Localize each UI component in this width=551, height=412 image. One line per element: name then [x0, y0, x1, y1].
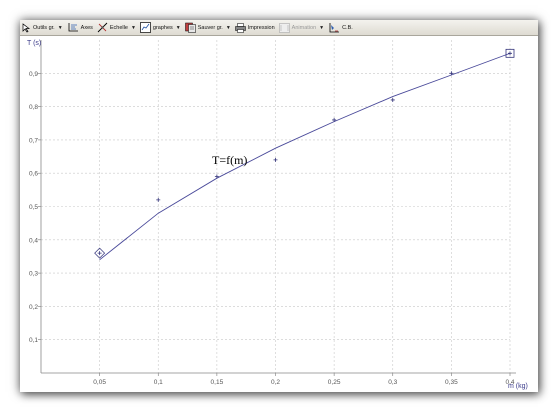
cb-button[interactable]: C.B. — [328, 22, 353, 33]
sauver-label: Sauver gr. — [197, 24, 223, 31]
impression-label: Impression — [247, 24, 275, 31]
x-tick-label: 0,1 — [154, 379, 163, 386]
curve-line — [99, 52, 511, 261]
chevron-down-icon[interactable]: ▼ — [58, 25, 63, 31]
y-axis-title: T (s) — [27, 40, 41, 47]
graphes-label: graphes — [152, 24, 173, 31]
y-tick-label: 0,7 — [29, 137, 38, 144]
chevron-down-icon[interactable]: ▼ — [131, 25, 136, 31]
animation-icon — [278, 22, 290, 33]
scale-icon — [97, 22, 108, 33]
animation-button[interactable]: Animation ▼ — [278, 22, 324, 33]
y-tick-label: 0,6 — [29, 171, 38, 178]
y-tick-label: 0,5 — [29, 204, 38, 211]
graph-icon — [140, 22, 151, 33]
data-point — [508, 51, 512, 56]
data-point — [273, 157, 278, 162]
y-tick-label: 0,4 — [29, 237, 38, 244]
x-tick-label: 0,15 — [211, 379, 224, 386]
graph-window: Outils gr. ▼ Axes Echelle ▼ graphes ▼ Sa… — [20, 20, 538, 392]
animation-label: Animation — [291, 24, 317, 31]
outils-button[interactable]: Outils gr. ▼ — [22, 22, 63, 33]
outils-label: Outils gr. — [33, 24, 55, 31]
clipboard-icon — [329, 23, 340, 33]
x-axis-title: m (kg) — [508, 383, 528, 390]
data-point — [97, 251, 102, 256]
y-tick-label: 0,3 — [29, 271, 38, 278]
data-point — [156, 197, 161, 202]
x-tick-label: 0,35 — [445, 379, 458, 386]
axes — [38, 40, 516, 376]
data-point — [390, 97, 395, 102]
sauver-button[interactable]: Sauver gr. ▼ — [184, 22, 231, 33]
x-tick-label: 0,25 — [328, 379, 341, 386]
chart[interactable]: 0,05 0,1 0,15 0,2 0,25 0,3 0,35 0,40,10,20,30,4… — [20, 36, 538, 392]
plot-area: 0,05 0,1 0,15 0,2 0,25 0,3 0,35 0,4 0,1 0,2 0,3 0,4… — [20, 36, 538, 392]
echelle-label: Echelle — [109, 24, 128, 31]
echelle-button[interactable]: Echelle ▼ — [97, 22, 136, 33]
y-tick-label: 0,8 — [29, 104, 38, 111]
axes-label: Axes — [80, 24, 93, 31]
chevron-down-icon[interactable]: ▼ — [226, 25, 231, 31]
chevron-down-icon[interactable]: ▼ — [176, 25, 181, 31]
x-tick-label: 0,05 — [93, 379, 106, 386]
curve-annotation: T=f(m) — [212, 153, 247, 167]
save-icon — [184, 22, 196, 33]
y-tick-label: 0,2 — [29, 304, 38, 311]
x-tick-label: 0,3 — [388, 379, 397, 386]
tick-labels: 0,05 0,1 0,15 0,2 0,25 0,3 0,35 0,40,10,20,30,4… — [29, 71, 515, 386]
chevron-down-icon[interactable]: ▼ — [319, 25, 324, 31]
axes-icon — [68, 23, 78, 32]
toolbar: Outils gr. ▼ Axes Echelle ▼ graphes ▼ Sa… — [20, 20, 538, 36]
print-icon — [235, 22, 246, 33]
x-tick-label: 0,2 — [271, 379, 280, 386]
cursor-icon — [22, 22, 31, 32]
model-curve — [99, 52, 511, 261]
impression-button[interactable]: Impression — [235, 22, 275, 33]
cb-label: C.B. — [342, 24, 353, 31]
axes-button[interactable]: Axes — [67, 22, 93, 33]
y-tick-label: 0,1 — [29, 337, 38, 344]
grid — [41, 40, 511, 373]
y-tick-label: 0,9 — [29, 71, 38, 78]
graphes-button[interactable]: graphes ▼ — [140, 22, 181, 33]
